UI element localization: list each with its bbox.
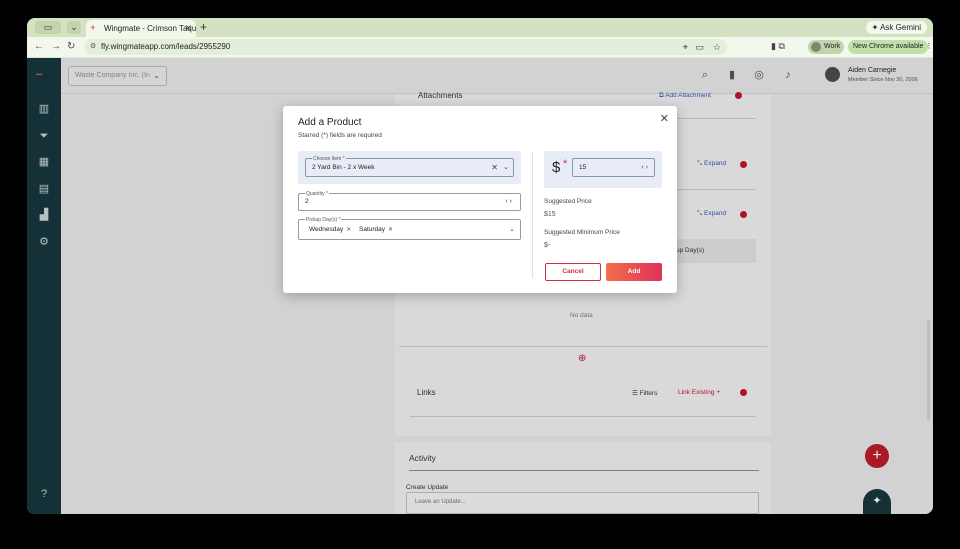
profile-avatar xyxy=(811,42,821,52)
profile-work-button[interactable]: Work xyxy=(808,40,844,54)
more-menu-icon[interactable]: ⋮ xyxy=(925,43,932,50)
required-star: * xyxy=(326,191,328,197)
pickup-days-label: Pickup Day(s) * xyxy=(305,217,342,223)
reload-icon[interactable]: ↻ xyxy=(67,40,75,54)
tab-bar: ▭ ⌄ ✈ Wingmate - Crimson Taqueria ✕ + ✦ … xyxy=(27,18,933,37)
currency-symbol: $ xyxy=(552,159,561,176)
day-chip-saturday: Saturday ✕ xyxy=(359,224,393,236)
remove-chip-icon[interactable]: ✕ xyxy=(388,227,393,233)
new-tab-button[interactable]: + xyxy=(200,20,207,34)
pickup-days-label-text: Pickup Day(s) xyxy=(306,217,338,223)
new-chrome-label: New Chrome available xyxy=(853,43,924,50)
extensions-icon[interactable]: ▮ ⧉ xyxy=(771,41,785,52)
suggested-price-value: $15 xyxy=(544,211,556,218)
tab-list-chevron-icon[interactable]: ⌄ xyxy=(67,21,81,34)
bookmark-star-icon[interactable]: ☆ xyxy=(713,39,721,55)
location-icon[interactable]: ⌖ xyxy=(683,39,688,55)
forward-arrow-icon[interactable]: → xyxy=(51,40,61,54)
suggested-min-price-value: $- xyxy=(544,242,551,249)
quantity-value: 2 xyxy=(305,198,309,205)
clear-icon[interactable]: ✕ xyxy=(491,159,498,176)
tab-wingmate[interactable]: ✈ Wingmate - Crimson Taqueria ✕ xyxy=(86,20,196,37)
ask-gemini-label: Ask Gemini xyxy=(880,23,921,32)
day-chip-label: Saturday xyxy=(359,226,386,233)
add-button[interactable]: Add xyxy=(606,263,662,281)
modal-subtitle: Starred (*) fields are required xyxy=(298,132,382,139)
quantity-stepper[interactable]: Quantity * 2 ‹ › xyxy=(298,191,521,211)
ask-gemini-button[interactable]: ✦ Ask Gemini xyxy=(865,21,927,34)
chevron-down-icon[interactable]: ⌄ xyxy=(509,220,515,239)
tab-search-icon[interactable]: ▭ xyxy=(35,21,61,34)
new-chrome-available-button[interactable]: New Chrome available ⋮ xyxy=(848,40,932,54)
required-star: * xyxy=(563,158,568,170)
price-value: 15 xyxy=(579,164,587,171)
wingmate-favicon-icon: ✈ xyxy=(90,25,96,32)
required-star: * xyxy=(338,217,341,223)
browser-window: ▭ ⌄ ✈ Wingmate - Crimson Taqueria ✕ + ✦ … xyxy=(27,18,933,514)
choose-item-select[interactable]: Choose Item * 2 Yard Bin - 2 x Week ✕ ⌄ xyxy=(305,156,514,177)
gemini-sparkle-icon: ✦ xyxy=(871,23,881,32)
pickup-days-select[interactable]: Pickup Day(s) * Wednesday ✕ Saturday ✕ ⌄ xyxy=(298,217,521,240)
price-panel: $ * 15 ‹ › xyxy=(544,151,662,188)
tab-title: Wingmate - Crimson Taqueria xyxy=(104,24,196,33)
suggested-price-label: Suggested Price xyxy=(544,198,592,205)
day-chip-wednesday: Wednesday ✕ xyxy=(309,224,351,236)
choose-item-panel: Choose Item * 2 Yard Bin - 2 x Week ✕ ⌄ xyxy=(298,151,521,184)
remove-chip-icon[interactable]: ✕ xyxy=(346,227,351,233)
cancel-button[interactable]: Cancel xyxy=(545,263,601,281)
cast-icon[interactable]: ▭ xyxy=(695,39,704,55)
suggested-min-price-label: Suggested Minimum Price xyxy=(544,229,620,236)
stepper-arrows-icon[interactable]: ‹ › xyxy=(505,194,512,210)
tab-close-icon[interactable]: ✕ xyxy=(184,20,192,37)
site-info-icon[interactable]: ⚙ xyxy=(90,39,96,55)
choose-item-value: 2 Yard Bin - 2 x Week xyxy=(312,164,375,171)
close-icon[interactable]: ✕ xyxy=(660,112,669,125)
stepper-arrows-icon[interactable]: ‹ › xyxy=(641,159,648,176)
url-text: fly.wingmateapp.com/leads/2955290 xyxy=(101,42,231,51)
modal-title: Add a Product xyxy=(298,117,362,128)
back-arrow-icon[interactable]: ← xyxy=(34,40,44,54)
price-input[interactable]: 15 ‹ › xyxy=(572,158,655,177)
chevron-down-icon[interactable]: ⌄ xyxy=(503,159,509,176)
url-bar[interactable]: ⚙ fly.wingmateapp.com/leads/2955290 ⌖ ▭ … xyxy=(84,39,727,55)
modal-divider xyxy=(532,151,533,278)
address-bar-row: ← → ↻ ⚙ fly.wingmateapp.com/leads/295529… xyxy=(27,37,933,58)
add-product-modal: Add a Product Starred (*) fields are req… xyxy=(283,106,677,293)
quantity-label-text: Quantity xyxy=(306,191,325,197)
profile-label: Work xyxy=(824,43,841,50)
day-chip-label: Wednesday xyxy=(309,226,344,233)
